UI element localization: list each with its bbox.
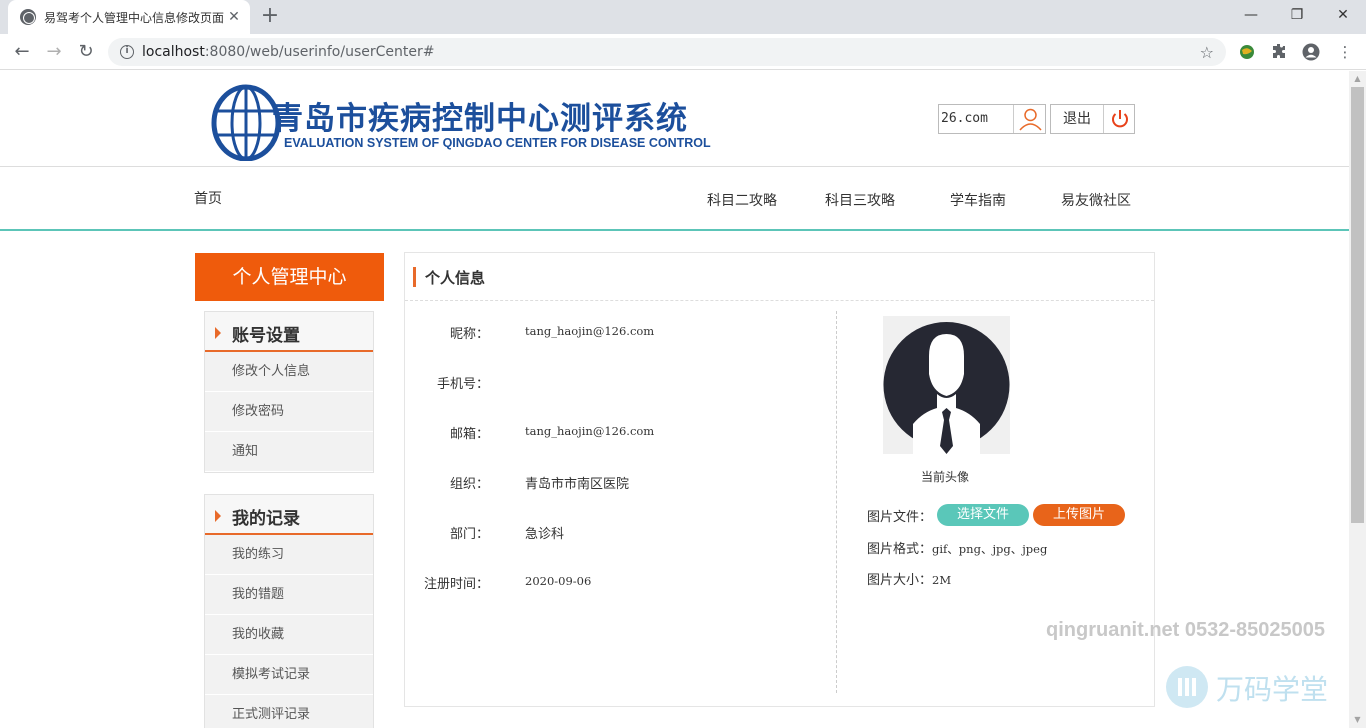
url-field[interactable]: i localhost:8080/web/userinfo/userCenter… bbox=[108, 38, 1226, 66]
tab-close-icon[interactable]: ✕ bbox=[226, 9, 242, 25]
restore-button[interactable]: ❐ bbox=[1274, 0, 1320, 30]
url-host: localhost bbox=[142, 44, 205, 60]
field-label: 注册时间： bbox=[423, 577, 489, 592]
image-size-row: 图片大小：2M bbox=[867, 569, 951, 588]
triangle-right-icon bbox=[215, 510, 221, 522]
sidebar-group-label: 我的记录 bbox=[232, 509, 300, 529]
sidebar-item-change-password[interactable]: 修改密码 bbox=[205, 392, 373, 432]
field-value: tang_haojin@126.com bbox=[525, 424, 655, 438]
browser-menu-icon[interactable]: ⋮ bbox=[1336, 43, 1354, 61]
field-register-time: 注册时间： 2020-09-06 bbox=[405, 573, 825, 593]
scroll-up-icon[interactable]: ▲ bbox=[1349, 71, 1366, 87]
logo-title-cn: 青岛市疾病控制中心测评系统 bbox=[272, 101, 688, 137]
page-scrollbar[interactable]: ▲ ▼ bbox=[1349, 71, 1366, 728]
avatar-image bbox=[883, 316, 1010, 454]
image-format-value: gif、png、jpg、jpeg bbox=[932, 542, 1048, 556]
sidebar-group-title: 账号设置 bbox=[205, 312, 373, 352]
field-label: 手机号： bbox=[436, 377, 489, 392]
sidebar-title: 个人管理中心 bbox=[195, 253, 384, 301]
new-tab-button[interactable]: + bbox=[258, 5, 282, 29]
globe-icon bbox=[20, 9, 36, 25]
sidebar-item-edit-profile[interactable]: 修改个人信息 bbox=[205, 352, 373, 392]
back-icon[interactable]: ← bbox=[10, 40, 34, 64]
sidebar-item-formal-tests[interactable]: 正式测评记录 bbox=[205, 695, 373, 728]
scroll-down-icon[interactable]: ▼ bbox=[1349, 712, 1366, 728]
browser-tab-bar: 易驾考个人管理中心信息修改页面 ✕ + — ❐ ✕ bbox=[0, 0, 1366, 34]
panel-title: 个人信息 bbox=[425, 269, 486, 287]
field-nickname: 昵称： tang_haojin@126.com bbox=[405, 323, 825, 343]
field-email: 邮箱： tang_haojin@126.com bbox=[405, 423, 825, 443]
profile-icon[interactable] bbox=[1302, 43, 1320, 61]
image-file-label: 图片文件： bbox=[867, 510, 933, 525]
field-organization: 组织： 青岛市市南区医院 bbox=[405, 473, 825, 493]
field-value: tang_haojin@126.com bbox=[525, 324, 655, 338]
field-value: 2020-09-06 bbox=[525, 574, 592, 588]
extensions-puzzle-icon[interactable] bbox=[1270, 43, 1288, 61]
username-text: 26.com bbox=[941, 111, 988, 126]
sidebar-item-my-mistakes[interactable]: 我的错题 bbox=[205, 575, 373, 615]
scrollbar-thumb[interactable] bbox=[1351, 87, 1364, 523]
reload-icon[interactable]: ↻ bbox=[74, 40, 98, 64]
extension-globe-icon[interactable] bbox=[1238, 43, 1256, 61]
user-icon[interactable] bbox=[1013, 105, 1046, 133]
main-nav: 首页 科目二攻略 科目三攻略 学车指南 易友微社区 bbox=[0, 168, 1349, 231]
field-value: 急诊科 bbox=[525, 527, 565, 542]
triangle-right-icon bbox=[215, 327, 221, 339]
image-size-value: 2M bbox=[932, 573, 952, 587]
title-accent-bar bbox=[413, 267, 416, 287]
field-label: 组织： bbox=[449, 477, 489, 492]
nav-subject-two[interactable]: 科目二攻略 bbox=[707, 190, 777, 210]
field-label: 昵称： bbox=[449, 327, 489, 342]
site-header: 青岛市疾病控制中心测评系统 EVALUATION SYSTEM OF QINGD… bbox=[0, 71, 1349, 167]
avatar-caption: 当前头像 bbox=[920, 470, 969, 484]
sidebar-group-title: 我的记录 bbox=[205, 495, 373, 535]
panel-header: 个人信息 bbox=[405, 253, 1154, 301]
logout-button[interactable]: 退出 bbox=[1051, 105, 1104, 133]
upload-image-button[interactable]: 上传图片 bbox=[1033, 504, 1125, 526]
sidebar-group-account: 账号设置 修改个人信息 修改密码 通知 bbox=[204, 311, 374, 473]
sidebar-group-label: 账号设置 bbox=[232, 326, 300, 346]
bookmark-star-icon[interactable]: ☆ bbox=[1200, 43, 1214, 62]
image-format-row: 图片格式：gif、png、jpg、jpeg bbox=[867, 538, 1047, 557]
field-label: 邮箱： bbox=[449, 427, 489, 442]
panel-divider bbox=[836, 311, 837, 693]
page: 青岛市疾病控制中心测评系统 EVALUATION SYSTEM OF QINGD… bbox=[0, 71, 1349, 728]
nav-home[interactable]: 首页 bbox=[194, 188, 222, 208]
image-format-label: 图片格式： bbox=[867, 542, 933, 557]
logo-title-en: EVALUATION SYSTEM OF QINGDAO CENTER FOR … bbox=[284, 136, 711, 150]
field-department: 部门： 急诊科 bbox=[405, 523, 825, 543]
minimize-button[interactable]: — bbox=[1228, 0, 1274, 30]
field-phone: 手机号： bbox=[405, 373, 825, 393]
field-value: 青岛市市南区医院 bbox=[525, 477, 630, 492]
browser-tab[interactable]: 易驾考个人管理中心信息修改页面 ✕ bbox=[8, 0, 250, 34]
site-logo[interactable]: 青岛市疾病控制中心测评系统 EVALUATION SYSTEM OF QINGD… bbox=[210, 81, 750, 161]
power-icon[interactable] bbox=[1107, 107, 1133, 131]
sidebar-item-my-practice[interactable]: 我的练习 bbox=[205, 535, 373, 575]
field-label: 部门： bbox=[449, 527, 489, 542]
sidebar-group-records: 我的记录 我的练习 我的错题 我的收藏 模拟考试记录 正式测评记录 bbox=[204, 494, 374, 728]
logout-box[interactable]: 退出 bbox=[1050, 104, 1135, 134]
sidebar-item-notifications[interactable]: 通知 bbox=[205, 432, 373, 472]
sidebar-item-my-favorites[interactable]: 我的收藏 bbox=[205, 615, 373, 655]
sidebar-item-mock-exams[interactable]: 模拟考试记录 bbox=[205, 655, 373, 695]
site-info-icon[interactable]: i bbox=[120, 45, 134, 59]
forward-icon[interactable]: → bbox=[42, 40, 66, 64]
brand-logo-icon bbox=[1166, 666, 1208, 708]
choose-file-button[interactable]: 选择文件 bbox=[937, 504, 1029, 526]
address-bar: ← → ↻ i localhost:8080/web/userinfo/user… bbox=[0, 34, 1366, 70]
profile-panel: 个人信息 昵称： tang_haojin@126.com 手机号： 邮箱： ta… bbox=[404, 252, 1155, 707]
window-close-button[interactable]: ✕ bbox=[1320, 0, 1366, 30]
watermark-contact: qingruanit.net 0532-85025005 bbox=[1046, 619, 1326, 641]
brand-text: 万码学堂 bbox=[1216, 673, 1329, 706]
nav-driving-guide[interactable]: 学车指南 bbox=[950, 190, 1006, 210]
user-account-box[interactable]: 26.com bbox=[938, 104, 1046, 134]
globe-logo-icon bbox=[211, 84, 280, 161]
tab-title: 易驾考个人管理中心信息修改页面 bbox=[44, 10, 225, 25]
nav-subject-three[interactable]: 科目三攻略 bbox=[825, 190, 895, 210]
image-size-label: 图片大小： bbox=[867, 573, 933, 588]
url-path: :8080/web/userinfo/userCenter# bbox=[204, 44, 435, 60]
nav-community[interactable]: 易友微社区 bbox=[1061, 190, 1131, 210]
